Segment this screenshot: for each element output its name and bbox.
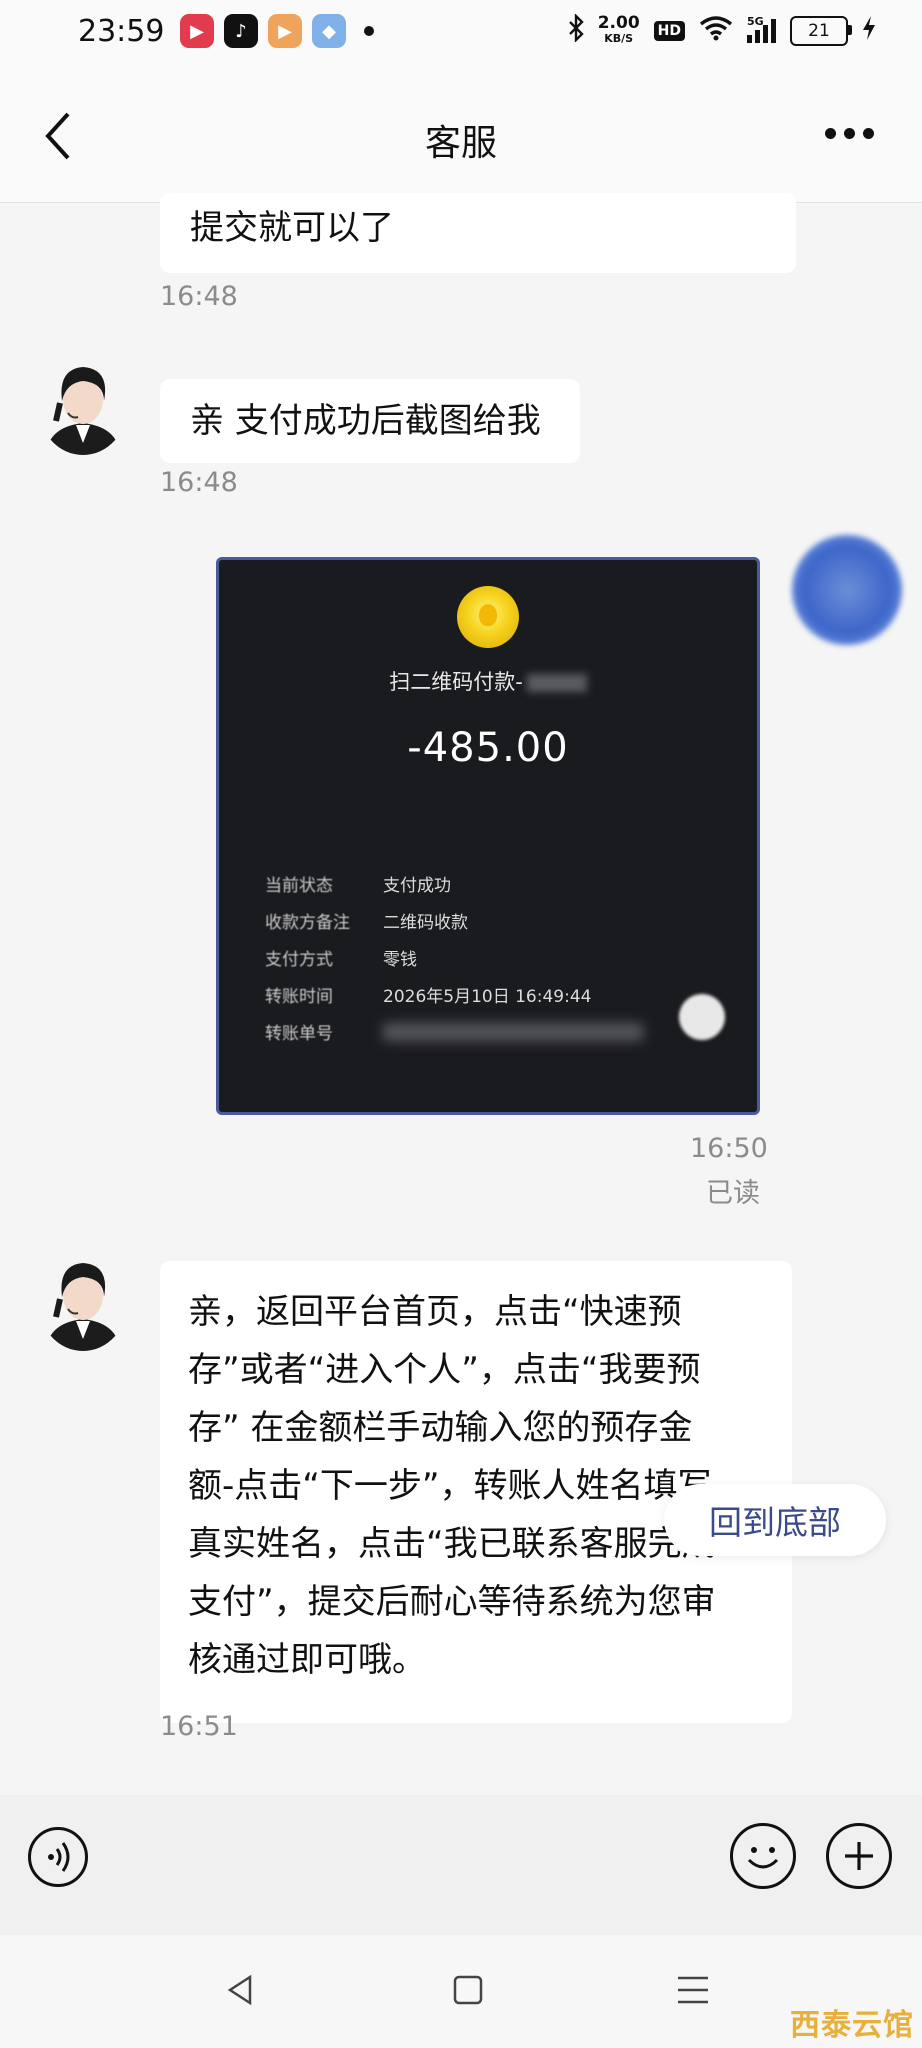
payment-coin-icon bbox=[457, 586, 519, 648]
more-notifications-icon bbox=[364, 26, 374, 36]
receipt-row-label: 支付方式 bbox=[265, 950, 333, 970]
blurred-order-number bbox=[383, 1022, 643, 1041]
payment-receipt-image[interactable]: 扫二维码付款- -485.00 当前状态 支付成功 收款方备注 二维码收款 支付… bbox=[216, 557, 760, 1115]
blurred-merchant bbox=[526, 674, 587, 692]
charging-icon bbox=[862, 15, 876, 46]
message-timestamp: 16:50 bbox=[690, 1133, 768, 1164]
triangle-back-icon bbox=[227, 1974, 252, 2006]
agent-avatar[interactable] bbox=[38, 355, 128, 455]
wifi-icon bbox=[699, 15, 733, 46]
more-dot-icon bbox=[844, 128, 855, 139]
plus-icon bbox=[845, 1842, 873, 1870]
receipt-scroll-knob bbox=[679, 994, 725, 1040]
user-avatar[interactable] bbox=[792, 535, 902, 645]
emoji-icon bbox=[747, 1847, 779, 1869]
receipt-title: 扫二维码付款- bbox=[219, 666, 757, 696]
gallery-app-icon: ◆ bbox=[312, 14, 346, 48]
receipt-row-value: 二维码收款 bbox=[383, 913, 468, 933]
menu-recents-icon bbox=[678, 1976, 708, 2004]
cell-signal-icon: 5G bbox=[747, 15, 776, 43]
system-home-button[interactable] bbox=[442, 1965, 492, 2015]
more-dot-icon bbox=[863, 128, 874, 139]
system-back-button[interactable] bbox=[216, 1965, 266, 2015]
voice-input-button[interactable] bbox=[28, 1827, 88, 1887]
status-time: 23:59 bbox=[78, 14, 165, 49]
receipt-row: 转账单号 bbox=[265, 1013, 643, 1050]
message-timestamp: 16:51 bbox=[160, 1711, 238, 1742]
watermark: 西泰云馆 bbox=[790, 2008, 914, 2043]
receipt-row: 支付方式 零钱 bbox=[265, 939, 643, 976]
status-notification-icons: ▶ ♪ ▶ ◆ bbox=[180, 14, 374, 48]
message-bubble: 亲 支付成功后截图给我 bbox=[160, 379, 580, 463]
battery-icon: 21 bbox=[790, 15, 852, 46]
receipt-row: 当前状态 支付成功 bbox=[265, 865, 643, 902]
message-bubble: 提交就可以了 bbox=[160, 193, 796, 273]
read-status: 已读 bbox=[706, 1178, 760, 1209]
chat-messages[interactable]: 提交就可以了 16:48 亲 支付成功后截图给我 16:48 扫二维码付款- -… bbox=[0, 193, 922, 1795]
add-attachment-button[interactable] bbox=[826, 1823, 892, 1889]
message-input-bar bbox=[0, 1795, 922, 1935]
message-line: 存” 在金额栏手动输入您的预存金 bbox=[188, 1408, 693, 1448]
more-options-button[interactable] bbox=[825, 128, 874, 139]
square-home-icon bbox=[453, 1975, 483, 2005]
net-speed: 2.00 KB/S bbox=[597, 12, 640, 46]
media-app-icon: ▶ bbox=[268, 14, 302, 48]
receipt-details: 当前状态 支付成功 收款方备注 二维码收款 支付方式 零钱 转账时间 2026年… bbox=[265, 865, 643, 1050]
net-speed-unit: KB/S bbox=[604, 31, 634, 45]
page-title: 客服 bbox=[424, 123, 497, 164]
system-navigation-bar: 西泰云馆 bbox=[0, 1935, 922, 2048]
message-text: 提交就可以了 bbox=[190, 208, 394, 248]
message-line: 存”或者“进入个人”，点击“我要预 bbox=[188, 1350, 701, 1390]
receipt-row: 转账时间 2026年5月10日 16:49:44 bbox=[265, 976, 643, 1013]
receipt-title-text: 扫二维码付款- bbox=[389, 670, 523, 694]
back-to-bottom-button[interactable]: 回到底部 bbox=[664, 1484, 886, 1556]
message-line: 核通过即可哦。 bbox=[188, 1640, 426, 1680]
receipt-row-value: 2026年5月10日 16:49:44 bbox=[383, 987, 592, 1007]
receipt-row-label: 收款方备注 bbox=[265, 913, 350, 933]
message-line: 支付”，提交后耐心等待系统为您审 bbox=[188, 1582, 716, 1622]
tiktok-icon: ♪ bbox=[224, 14, 258, 48]
message-text: 亲 支付成功后截图给我 bbox=[190, 401, 541, 441]
video-app-icon: ▶ bbox=[180, 14, 214, 48]
system-recents-button[interactable] bbox=[668, 1965, 718, 2015]
agent-avatar-image bbox=[38, 1251, 128, 1351]
receipt-amount: -485.00 bbox=[407, 725, 569, 771]
message-line: 亲，返回平台首页，点击“快速预 bbox=[188, 1292, 682, 1332]
message-timestamp: 16:48 bbox=[160, 281, 238, 312]
signal-label: 5G bbox=[747, 14, 764, 28]
hd-badge: HD bbox=[653, 20, 685, 41]
agent-avatar[interactable] bbox=[38, 1251, 128, 1351]
message-timestamp: 16:48 bbox=[160, 467, 238, 498]
chat-header: 客服 bbox=[0, 70, 922, 203]
bluetooth-icon bbox=[568, 13, 584, 47]
net-speed-value: 2.00 bbox=[597, 12, 640, 33]
receipt-row-label: 转账单号 bbox=[265, 1024, 333, 1044]
more-dot-icon bbox=[825, 128, 836, 139]
status-bar: 23:59 ▶ ♪ ▶ ◆ 2.00 KB/S HD 5G 21 bbox=[0, 0, 922, 70]
battery-level: 21 bbox=[808, 20, 830, 41]
emoji-button[interactable] bbox=[730, 1823, 796, 1889]
agent-avatar-image bbox=[38, 355, 128, 455]
receipt-row-label: 转账时间 bbox=[265, 987, 333, 1007]
receipt-row-value: 支付成功 bbox=[383, 876, 451, 896]
receipt-row-label: 当前状态 bbox=[265, 876, 333, 896]
voice-icon bbox=[48, 1842, 70, 1872]
receipt-row-value: 零钱 bbox=[383, 950, 417, 970]
receipt-row: 收款方备注 二维码收款 bbox=[265, 902, 643, 939]
